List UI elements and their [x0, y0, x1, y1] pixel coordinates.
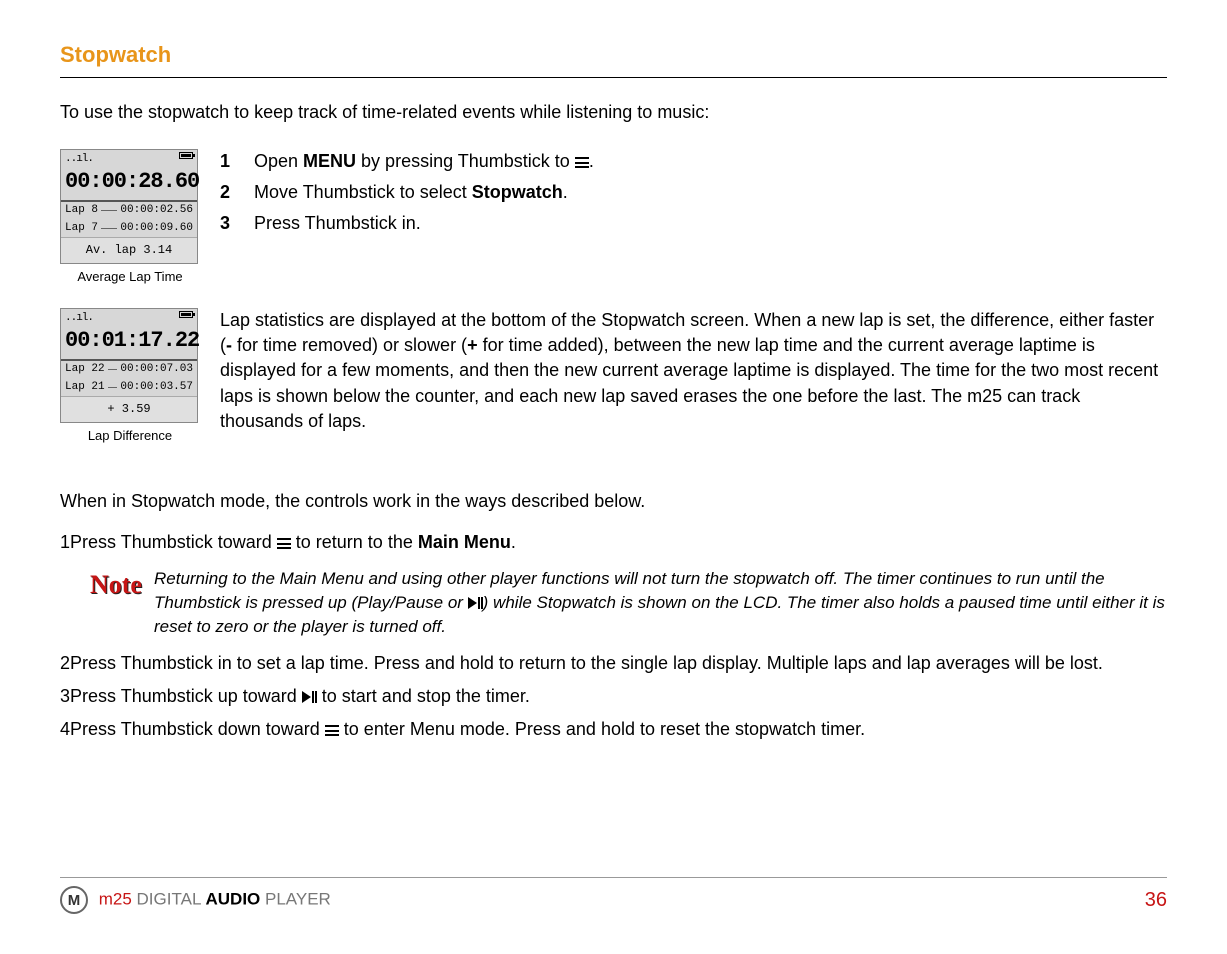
lap-row: Lap 2100:00:03.57 — [61, 379, 197, 396]
step-number: 3 — [60, 684, 70, 709]
menu-icon — [325, 725, 339, 736]
intro-text: To use the stopwatch to keep track of ti… — [60, 100, 1167, 125]
lap-statistics-paragraph: Lap statistics are displayed at the bott… — [220, 308, 1167, 434]
play-icon — [468, 597, 477, 609]
pause-icon — [478, 597, 480, 609]
step-text: Press Thumbstick down toward to enter Me… — [70, 717, 865, 742]
step-text: Press Thumbstick up toward to start and … — [70, 684, 530, 709]
step-number: 1 — [60, 530, 70, 555]
step-text: Open MENU by pressing Thumbstick to . — [254, 149, 594, 174]
signal-icon: ..ıl. — [65, 311, 93, 326]
page-footer: M m25 DIGITAL AUDIO PLAYER 36 — [60, 877, 1167, 914]
control-steps-cont: 2 Press Thumbstick in to set a lap time.… — [60, 651, 1167, 743]
control-steps: 1 Press Thumbstick toward to return to t… — [60, 530, 1167, 555]
product-name: M m25 DIGITAL AUDIO PLAYER — [60, 886, 331, 914]
signal-icon: ..ıl. — [65, 152, 93, 167]
step-text: Press Thumbstick in to set a lap time. P… — [70, 651, 1103, 676]
lap-row: Lap 2200:00:07.03 — [61, 361, 197, 378]
mode-controls-intro: When in Stopwatch mode, the controls wor… — [60, 489, 1167, 514]
motorola-logo-icon: M — [60, 886, 88, 914]
lcd-screenshot-diff: ..ıl. 00:01:17.22 Lap 2200:00:07.03 Lap … — [60, 308, 198, 423]
lcd-caption: Lap Difference — [60, 427, 200, 445]
step-number: 2 — [220, 180, 254, 205]
menu-icon — [277, 538, 291, 549]
note-icon: Note — [90, 567, 142, 603]
lcd-caption: Average Lap Time — [60, 268, 200, 286]
step-number: 3 — [220, 211, 254, 236]
stopwatch-time: 00:00:28.60 — [61, 167, 197, 202]
step-number: 1 — [220, 149, 254, 174]
step-text: Press Thumbstick toward to return to the… — [70, 530, 516, 555]
page-number: 36 — [1145, 886, 1167, 914]
battery-icon — [179, 152, 193, 159]
open-steps: 1 Open MENU by pressing Thumbstick to . … — [220, 149, 594, 243]
pause-icon — [312, 691, 314, 703]
section-heading: Stopwatch — [60, 40, 1167, 78]
stopwatch-time: 00:01:17.22 — [61, 326, 197, 361]
lcd-footer: Av. lap 3.14 — [61, 237, 197, 263]
lap-row: Lap 700:00:09.60 — [61, 220, 197, 237]
lap-row: Lap 800:00:02.56 — [61, 202, 197, 219]
play-icon — [302, 691, 311, 703]
note-text: Returning to the Main Menu and using oth… — [154, 567, 1167, 638]
step-number: 2 — [60, 651, 70, 676]
note-block: Note Returning to the Main Menu and usin… — [90, 567, 1167, 638]
battery-icon — [179, 311, 193, 318]
menu-icon — [575, 157, 589, 168]
lcd-footer: + 3.59 — [61, 396, 197, 422]
step-text: Press Thumbstick in. — [254, 211, 594, 236]
lcd-screenshot-avg: ..ıl. 00:00:28.60 Lap 800:00:02.56 Lap 7… — [60, 149, 198, 264]
step-text: Move Thumbstick to select Stopwatch. — [254, 180, 594, 205]
step-number: 4 — [60, 717, 70, 742]
